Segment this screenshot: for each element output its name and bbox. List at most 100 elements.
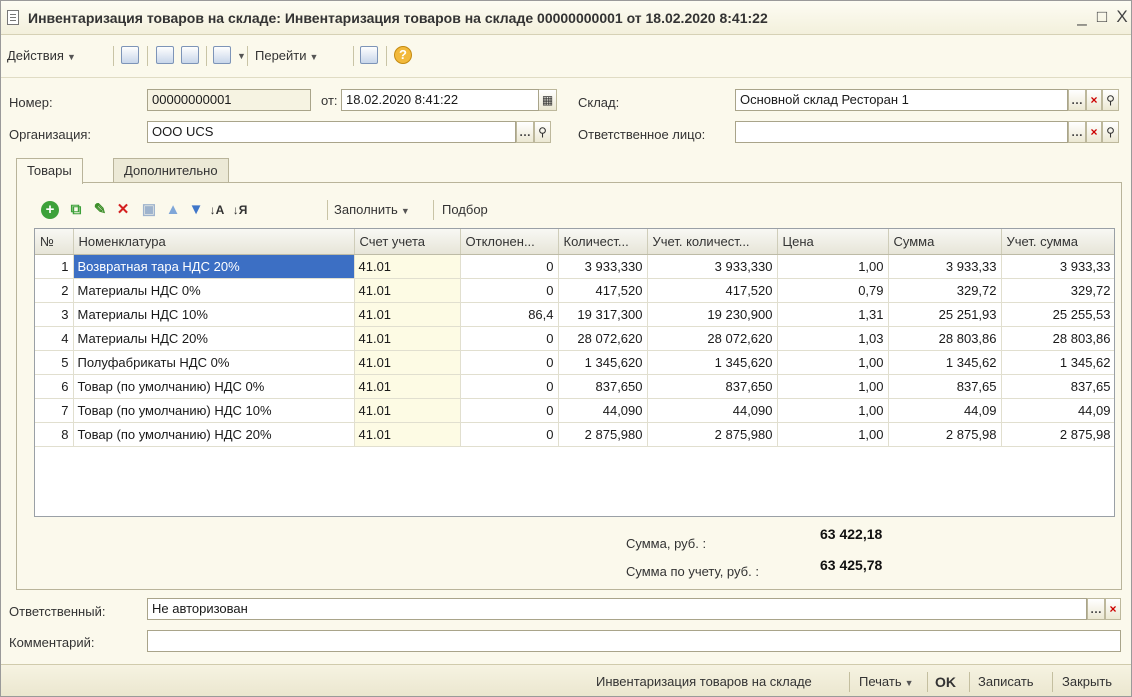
table-row[interactable]: 4 Материалы НДС 20% 41.01 0 28 072,620 2… bbox=[35, 326, 1114, 351]
close-button[interactable]: X bbox=[1113, 7, 1131, 27]
pick-button[interactable]: Подбор bbox=[442, 200, 488, 220]
toolbar-divider bbox=[247, 46, 248, 66]
fill-menu[interactable]: Заполнить ▼ bbox=[334, 200, 410, 220]
delete-row-icon[interactable]: ✕ bbox=[114, 201, 132, 219]
cell-price[interactable]: 1,00 bbox=[777, 422, 889, 447]
table-row[interactable]: 2 Материалы НДС 0% 41.01 0 417,520 417,5… bbox=[35, 278, 1114, 303]
cell-account[interactable]: 41.01 bbox=[354, 302, 461, 327]
cell-quantity[interactable]: 19 317,300 bbox=[558, 302, 648, 327]
cell-nomenclature[interactable]: Товар (по умолчанию) НДС 10% bbox=[73, 398, 355, 423]
cell-price[interactable]: 1,31 bbox=[777, 302, 889, 327]
column-header-accounting-sum[interactable]: Учет. сумма bbox=[1001, 229, 1114, 255]
cell-quantity[interactable]: 837,650 bbox=[558, 374, 648, 399]
calendar-icon[interactable]: ▦ bbox=[539, 89, 557, 111]
copy-document-icon[interactable] bbox=[181, 46, 199, 64]
cell-nomenclature[interactable]: Материалы НДС 20% bbox=[73, 326, 355, 351]
search-icon[interactable]: ⚲ bbox=[1102, 89, 1119, 111]
cell-nomenclature[interactable]: Возвратная тара НДС 20% bbox=[73, 254, 355, 279]
column-header-accounting-quantity[interactable]: Учет. количест... bbox=[647, 229, 778, 255]
cell-quantity[interactable]: 1 345,620 bbox=[558, 350, 648, 375]
table-row[interactable]: 5 Полуфабрикаты НДС 0% 41.01 0 1 345,620… bbox=[35, 350, 1114, 375]
cell-quantity[interactable]: 44,090 bbox=[558, 398, 648, 423]
enter-based-on-icon[interactable] bbox=[213, 46, 231, 64]
search-icon[interactable]: ⚲ bbox=[1102, 121, 1119, 143]
comment-field[interactable] bbox=[147, 630, 1121, 652]
edit-document-icon[interactable] bbox=[360, 46, 378, 64]
cell-nomenclature[interactable]: Материалы НДС 10% bbox=[73, 302, 355, 327]
column-header-number[interactable]: № bbox=[35, 229, 74, 255]
move-down-icon[interactable]: ▼ bbox=[187, 201, 205, 219]
cell-price[interactable]: 1,00 bbox=[777, 374, 889, 399]
column-header-nomenclature[interactable]: Номенклатура bbox=[73, 229, 355, 255]
tab-goods[interactable]: Товары bbox=[16, 158, 83, 184]
cell-account[interactable]: 41.01 bbox=[354, 350, 461, 375]
cell-price[interactable]: 1,03 bbox=[777, 326, 889, 351]
cell-account[interactable]: 41.01 bbox=[354, 254, 461, 279]
table-row[interactable]: 6 Товар (по умолчанию) НДС 0% 41.01 0 83… bbox=[35, 374, 1114, 399]
cell-quantity[interactable]: 3 933,330 bbox=[558, 254, 648, 279]
date-field[interactable]: 18.02.2020 8:41:22 bbox=[341, 89, 539, 111]
organization-field[interactable]: ООО UCS bbox=[147, 121, 516, 143]
select-ellipsis-icon[interactable]: … bbox=[1068, 89, 1086, 111]
sort-descending-icon[interactable]: ↓Я bbox=[231, 201, 249, 219]
select-ellipsis-icon[interactable]: … bbox=[1087, 598, 1105, 620]
move-up-icon[interactable]: ▲ bbox=[164, 201, 182, 219]
cell-account[interactable]: 41.01 bbox=[354, 398, 461, 423]
cell-nomenclature[interactable]: Товар (по умолчанию) НДС 20% bbox=[73, 422, 355, 447]
close-form-button[interactable]: Закрыть bbox=[1062, 673, 1112, 691]
column-header-sum[interactable]: Сумма bbox=[888, 229, 1002, 255]
column-header-deviation[interactable]: Отклонен... bbox=[460, 229, 559, 255]
goto-menu[interactable]: Перейти ▼ bbox=[255, 46, 318, 66]
minimize-button[interactable]: _ bbox=[1073, 7, 1091, 27]
cell-account[interactable]: 41.01 bbox=[354, 422, 461, 447]
cell-nomenclature[interactable]: Материалы НДС 0% bbox=[73, 278, 355, 303]
cell-nomenclature[interactable]: Товар (по умолчанию) НДС 0% bbox=[73, 374, 355, 399]
select-ellipsis-icon[interactable]: … bbox=[1068, 121, 1086, 143]
copy-row-icon[interactable]: ⧉ bbox=[67, 201, 85, 219]
print-menu[interactable]: Печать ▼ bbox=[859, 673, 914, 691]
responsible-field[interactable]: Не авторизован bbox=[147, 598, 1087, 620]
chevron-down-icon[interactable]: ▼ bbox=[237, 46, 246, 66]
cell-quantity[interactable]: 28 072,620 bbox=[558, 326, 648, 351]
cell-price[interactable]: 1,00 bbox=[777, 398, 889, 423]
help-icon[interactable]: ? bbox=[394, 46, 412, 64]
cell-quantity[interactable]: 417,520 bbox=[558, 278, 648, 303]
column-header-price[interactable]: Цена bbox=[777, 229, 889, 255]
cell-nomenclature[interactable]: Полуфабрикаты НДС 0% bbox=[73, 350, 355, 375]
cell-price[interactable]: 0,79 bbox=[777, 278, 889, 303]
column-header-quantity[interactable]: Количест... bbox=[558, 229, 648, 255]
table-row[interactable]: 1 Возвратная тара НДС 20% 41.01 0 3 933,… bbox=[35, 254, 1114, 279]
ok-button[interactable]: OK bbox=[935, 673, 956, 691]
sort-ascending-icon[interactable]: ↓A bbox=[208, 201, 226, 219]
maximize-button[interactable]: □ bbox=[1093, 7, 1111, 27]
clear-x-icon[interactable]: × bbox=[1086, 89, 1102, 111]
cell-quantity[interactable]: 2 875,980 bbox=[558, 422, 648, 447]
edit-row-icon[interactable]: ✎ bbox=[91, 201, 109, 219]
title-bar: Инвентаризация товаров на складе: Инвент… bbox=[1, 1, 1131, 35]
post-and-close-icon[interactable] bbox=[121, 46, 139, 64]
table-row[interactable]: 8 Товар (по умолчанию) НДС 20% 41.01 0 2… bbox=[35, 422, 1114, 447]
cell-price[interactable]: 1,00 bbox=[777, 254, 889, 279]
clear-x-icon[interactable]: × bbox=[1086, 121, 1102, 143]
cell-account[interactable]: 41.01 bbox=[354, 326, 461, 351]
refresh-icon[interactable] bbox=[156, 46, 174, 64]
table-row[interactable]: 7 Товар (по умолчанию) НДС 10% 41.01 0 4… bbox=[35, 398, 1114, 423]
responsible-person-field[interactable] bbox=[735, 121, 1068, 143]
table-row[interactable]: 3 Материалы НДС 10% 41.01 86,4 19 317,30… bbox=[35, 302, 1114, 327]
search-icon[interactable]: ⚲ bbox=[534, 121, 551, 143]
warehouse-field[interactable]: Основной склад Ресторан 1 bbox=[735, 89, 1068, 111]
add-row-icon[interactable]: + bbox=[41, 201, 59, 219]
actions-menu[interactable]: Действия ▼ bbox=[7, 46, 76, 66]
document-name-button[interactable]: Инвентаризация товаров на складе bbox=[596, 673, 812, 691]
select-ellipsis-icon[interactable]: … bbox=[516, 121, 534, 143]
clear-x-icon[interactable]: × bbox=[1105, 598, 1121, 620]
cell-sum: 837,65 bbox=[888, 374, 1002, 399]
number-field[interactable]: 00000000001 bbox=[147, 89, 311, 111]
tab-additional[interactable]: Дополнительно bbox=[113, 158, 229, 183]
end-edit-icon[interactable]: ▣ bbox=[140, 201, 158, 219]
cell-price[interactable]: 1,00 bbox=[777, 350, 889, 375]
cell-account[interactable]: 41.01 bbox=[354, 374, 461, 399]
column-header-account[interactable]: Счет учета bbox=[354, 229, 461, 255]
save-button[interactable]: Записать bbox=[978, 673, 1034, 691]
cell-account[interactable]: 41.01 bbox=[354, 278, 461, 303]
